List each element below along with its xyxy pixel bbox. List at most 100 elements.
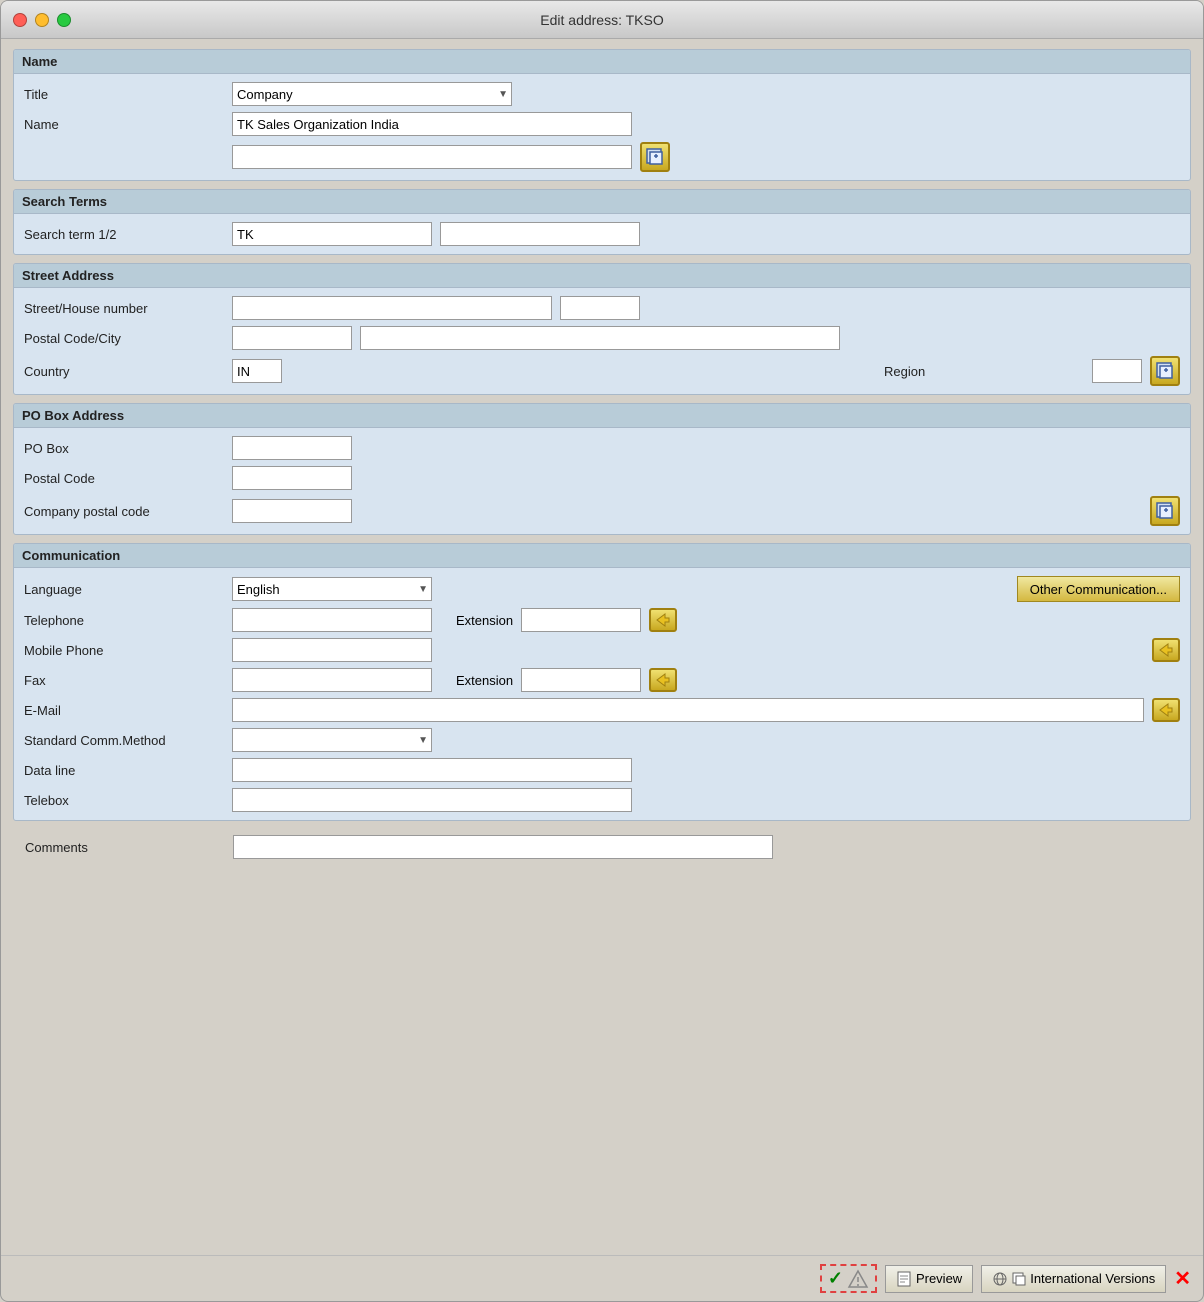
- company-postal-label: Company postal code: [24, 504, 224, 519]
- language-select[interactable]: English German French Spanish: [232, 577, 432, 601]
- telebox-row: Telebox: [24, 788, 1180, 812]
- po-box-section: PO Box Address PO Box Postal Code Compan…: [13, 403, 1191, 535]
- region-label: Region: [884, 364, 1084, 379]
- house-input[interactable]: [560, 296, 640, 320]
- title-row: Title Company Mr. Ms. Dr. ▼: [24, 82, 1180, 106]
- telephone-link-button[interactable]: [649, 608, 677, 632]
- versions-icon: [1012, 1272, 1026, 1286]
- preview-button[interactable]: Preview: [885, 1265, 973, 1293]
- po-postal-row: Postal Code: [24, 466, 1180, 490]
- po-expand-button[interactable]: [1150, 496, 1180, 526]
- comments-label: Comments: [25, 840, 225, 855]
- po-box-label: PO Box: [24, 441, 224, 456]
- preview-label: Preview: [916, 1271, 962, 1286]
- international-versions-button[interactable]: International Versions: [981, 1265, 1166, 1293]
- name-section: Name Title Company Mr. Ms. Dr. ▼: [13, 49, 1191, 181]
- search-term-row: Search term 1/2: [24, 222, 1180, 246]
- street-address-section: Street Address Street/House number Posta…: [13, 263, 1191, 395]
- name-section-header: Name: [14, 50, 1190, 74]
- maximize-button[interactable]: [57, 13, 71, 27]
- search-terms-header: Search Terms: [14, 190, 1190, 214]
- name-input2[interactable]: [232, 145, 632, 169]
- name-input1[interactable]: [232, 112, 632, 136]
- communication-body: Language English German French Spanish ▼…: [14, 568, 1190, 820]
- name-row1: Name: [24, 112, 1180, 136]
- street-address-body: Street/House number Postal Code/City Cou…: [14, 288, 1190, 394]
- email-row: E-Mail: [24, 698, 1180, 722]
- title-label: Title: [24, 87, 224, 102]
- telephone-row: Telephone Extension: [24, 608, 1180, 632]
- search-terms-section: Search Terms Search term 1/2: [13, 189, 1191, 255]
- main-window: Edit address: TKSO Name Title Company Mr…: [0, 0, 1204, 1302]
- title-select[interactable]: Company Mr. Ms. Dr.: [232, 82, 512, 106]
- postal-code-input[interactable]: [232, 326, 352, 350]
- communication-section: Communication Language English German Fr…: [13, 543, 1191, 821]
- preview-icon: [896, 1271, 912, 1287]
- company-postal-input[interactable]: [232, 499, 352, 523]
- international-icon: [992, 1271, 1008, 1287]
- company-postal-row: Company postal code: [24, 496, 1180, 526]
- fax-link-button[interactable]: [649, 668, 677, 692]
- form-content: Name Title Company Mr. Ms. Dr. ▼: [1, 39, 1203, 1255]
- data-line-label: Data line: [24, 763, 224, 778]
- window-controls: [13, 13, 71, 27]
- other-communication-button[interactable]: Other Communication...: [1017, 576, 1180, 602]
- name-expand-button[interactable]: [640, 142, 670, 172]
- comments-input[interactable]: [233, 835, 773, 859]
- mobile-link-button[interactable]: [1152, 638, 1180, 662]
- mobile-label: Mobile Phone: [24, 643, 224, 658]
- language-label: Language: [24, 582, 224, 597]
- close-button[interactable]: [13, 13, 27, 27]
- extension-label1: Extension: [456, 613, 513, 628]
- fax-input[interactable]: [232, 668, 432, 692]
- close-cancel-icon[interactable]: ✕: [1174, 1266, 1191, 1291]
- search-terms-body: Search term 1/2: [14, 214, 1190, 254]
- country-row: Country Region: [24, 356, 1180, 386]
- name-section-body: Title Company Mr. Ms. Dr. ▼ Name: [14, 74, 1190, 180]
- telephone-extension-input[interactable]: [521, 608, 641, 632]
- po-box-body: PO Box Postal Code Company postal code: [14, 428, 1190, 534]
- data-line-input[interactable]: [232, 758, 632, 782]
- language-row: Language English German French Spanish ▼…: [24, 576, 1180, 602]
- po-postal-input[interactable]: [232, 466, 352, 490]
- street-label: Street/House number: [24, 301, 224, 316]
- telebox-input[interactable]: [232, 788, 632, 812]
- po-box-row: PO Box: [24, 436, 1180, 460]
- language-select-wrapper: English German French Spanish ▼: [232, 577, 432, 601]
- fax-label: Fax: [24, 673, 224, 688]
- search-term-input2[interactable]: [440, 222, 640, 246]
- street-input[interactable]: [232, 296, 552, 320]
- name-row2: [24, 142, 1180, 172]
- email-link-button[interactable]: [1152, 698, 1180, 722]
- email-input[interactable]: [232, 698, 1144, 722]
- street-expand-button[interactable]: [1150, 356, 1180, 386]
- cancel-nav-icon[interactable]: [847, 1269, 869, 1289]
- fax-row: Fax Extension: [24, 668, 1180, 692]
- po-box-input[interactable]: [232, 436, 352, 460]
- std-comm-row: Standard Comm.Method Telephone Fax E-Mai…: [24, 728, 1180, 752]
- email-label: E-Mail: [24, 703, 224, 718]
- std-comm-select[interactable]: Telephone Fax E-Mail: [232, 728, 432, 752]
- mobile-input[interactable]: [232, 638, 432, 662]
- bottom-toolbar: ✓ Preview: [1, 1255, 1203, 1301]
- title-select-wrapper: Company Mr. Ms. Dr. ▼: [232, 82, 512, 106]
- comments-section: Comments: [13, 829, 1191, 865]
- street-address-header: Street Address: [14, 264, 1190, 288]
- std-comm-label: Standard Comm.Method: [24, 733, 224, 748]
- minimize-button[interactable]: [35, 13, 49, 27]
- fax-extension-label: Extension: [456, 673, 513, 688]
- fax-extension-input[interactable]: [521, 668, 641, 692]
- confirm-check-icon[interactable]: ✓: [828, 1268, 843, 1289]
- name-label: Name: [24, 117, 224, 132]
- region-input[interactable]: [1092, 359, 1142, 383]
- country-label: Country: [24, 364, 224, 379]
- international-label: International Versions: [1030, 1271, 1155, 1286]
- communication-header: Communication: [14, 544, 1190, 568]
- city-input[interactable]: [360, 326, 840, 350]
- telephone-input[interactable]: [232, 608, 432, 632]
- country-input[interactable]: [232, 359, 282, 383]
- std-comm-select-wrapper: Telephone Fax E-Mail ▼: [232, 728, 432, 752]
- search-term-input1[interactable]: [232, 222, 432, 246]
- postal-city-row: Postal Code/City: [24, 326, 1180, 350]
- po-box-header: PO Box Address: [14, 404, 1190, 428]
